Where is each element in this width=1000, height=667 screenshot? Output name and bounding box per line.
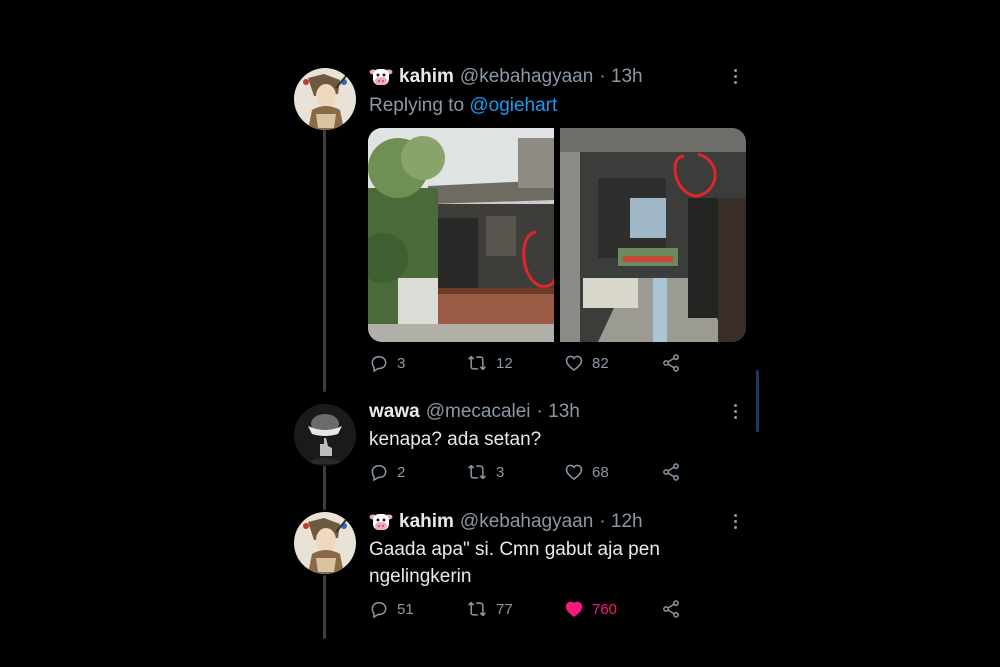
more-icon[interactable] <box>729 404 741 419</box>
heart-icon <box>565 601 583 618</box>
timestamp[interactable]: · 12h <box>599 511 642 533</box>
user-handle[interactable]: @kebahagyaan <box>460 511 593 533</box>
display-name[interactable]: wawa <box>369 401 420 423</box>
avatar[interactable] <box>294 404 356 466</box>
tweet-actions: 3 12 82 <box>369 353 689 377</box>
share-icon <box>663 463 679 481</box>
media-photos <box>368 128 746 342</box>
share-icon <box>663 600 679 618</box>
retweet-icon <box>468 464 486 480</box>
scrollbar[interactable] <box>756 370 759 432</box>
like-count: 82 <box>592 354 609 372</box>
display-name[interactable]: kahim <box>399 511 454 533</box>
share-icon <box>663 354 679 372</box>
tweet-text-line: ngelingkerin <box>369 566 472 587</box>
tweet-header: kahim @kebahagyaan · 12h <box>369 511 643 533</box>
tweet-text: kenapa? ada setan? <box>369 429 542 450</box>
mention-link[interactable]: @ogiehart <box>469 95 557 116</box>
reply-count: 2 <box>397 463 406 481</box>
tweet-actions: 51 77 760 <box>369 599 689 623</box>
reply-icon <box>371 356 387 373</box>
reply-count: 51 <box>397 600 414 618</box>
tweet-media[interactable] <box>368 128 746 342</box>
share-button[interactable] <box>661 599 689 619</box>
timestamp[interactable]: · 13h <box>599 66 642 88</box>
heart-icon <box>565 464 583 481</box>
like-button[interactable]: 760 <box>564 599 617 619</box>
reply-button[interactable]: 3 <box>369 353 405 373</box>
retweet-button[interactable]: 12 <box>466 353 513 373</box>
retweet-count: 12 <box>496 354 513 372</box>
replying-to-label: Replying to <box>369 95 470 116</box>
retweet-count: 77 <box>496 600 513 618</box>
retweet-icon <box>468 355 486 371</box>
cow-emoji-icon <box>369 66 393 88</box>
share-button[interactable] <box>661 462 689 482</box>
heart-icon <box>565 355 583 372</box>
reply-button[interactable]: 2 <box>369 462 405 482</box>
tweet-header: wawa @mecacalei · 13h <box>369 401 580 423</box>
retweet-icon <box>468 601 486 617</box>
like-count: 68 <box>592 463 609 481</box>
avatar[interactable] <box>294 512 356 574</box>
reply-icon <box>371 602 387 619</box>
user-handle[interactable]: @mecacalei <box>426 401 531 423</box>
tweet-text: Gaada apa" si. Cmn gabut aja pen ngeling… <box>369 536 660 590</box>
retweet-button[interactable]: 3 <box>466 462 504 482</box>
replying-to: Replying to @ogiehart <box>369 95 557 117</box>
reply-icon <box>371 465 387 482</box>
thread-line <box>323 575 326 639</box>
reply-count: 3 <box>397 354 406 372</box>
retweet-button[interactable]: 77 <box>466 599 513 619</box>
thread-line <box>323 130 326 392</box>
more-icon[interactable] <box>729 514 741 529</box>
tweet-header: kahim @kebahagyaan · 13h <box>369 66 643 88</box>
more-icon[interactable] <box>729 69 741 84</box>
display-name[interactable]: kahim <box>399 66 454 88</box>
user-handle[interactable]: @kebahagyaan <box>460 66 593 88</box>
timestamp[interactable]: · 13h <box>537 401 580 423</box>
share-button[interactable] <box>661 353 689 373</box>
like-button[interactable]: 82 <box>564 353 609 373</box>
thread-line <box>323 466 326 510</box>
reply-button[interactable]: 51 <box>369 599 414 619</box>
retweet-count: 3 <box>496 463 505 481</box>
cow-emoji-icon <box>369 511 393 533</box>
like-count: 760 <box>592 600 618 618</box>
tweet-text-line: Gaada apa" si. Cmn gabut aja pen <box>369 539 660 560</box>
like-button[interactable]: 68 <box>564 462 609 482</box>
tweet-actions: 2 3 68 <box>369 462 689 486</box>
avatar[interactable] <box>294 68 356 130</box>
